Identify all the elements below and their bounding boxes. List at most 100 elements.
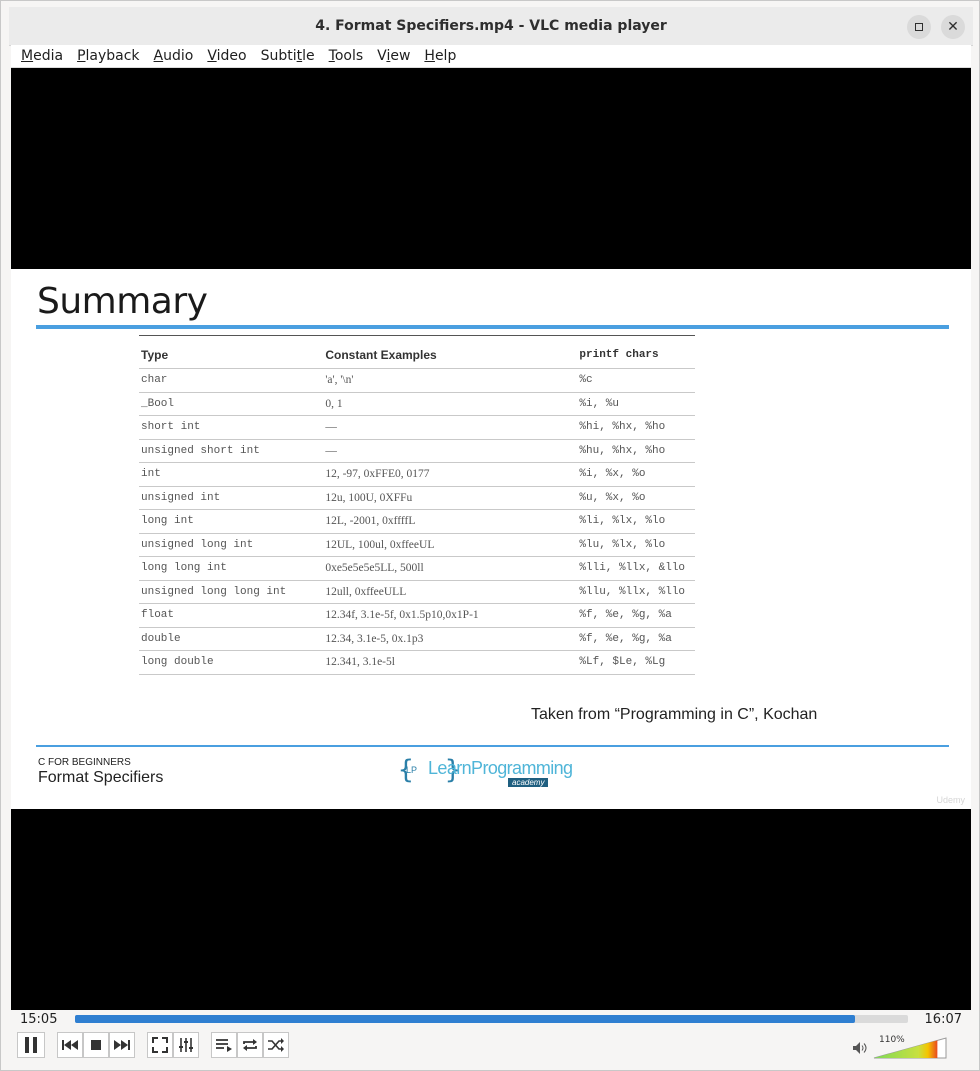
constant-example-cell: 12, -97, 0xFFE0, 0177: [325, 468, 430, 481]
table-row: unsigned int 12u, 100U, 0XFFu %u, %x, %o: [139, 487, 695, 510]
source-credit: Taken from “Programming in C”, Kochan: [531, 706, 818, 723]
video-area[interactable]: Summary Type Constant Examples printf ch…: [11, 68, 971, 1010]
logo-lp: LP: [406, 765, 418, 775]
loop-button[interactable]: [237, 1032, 263, 1058]
type-cell: char: [141, 374, 168, 387]
elapsed-time: 15:05: [20, 1012, 58, 1027]
printf-chars-cell: %f, %e, %g, %a: [579, 632, 672, 645]
table-row: unsigned long long int 12ull, 0xffeeULL %l…: [139, 581, 695, 604]
table-row: _Bool 0, 1 %i, %u: [139, 393, 695, 416]
maximize-icon: [915, 23, 923, 31]
header-type: Type: [141, 348, 169, 362]
title-bar[interactable]: 4. Format Specifiers.mp4 - VLC media pla…: [9, 7, 973, 46]
extended-settings-button[interactable]: [173, 1032, 199, 1058]
type-cell: float: [141, 609, 175, 622]
constant-example-cell: 0xe5e5e5e5LL, 500ll: [325, 562, 424, 575]
header-constant-examples: Constant Examples: [325, 348, 437, 362]
menu-view[interactable]: View: [377, 48, 410, 64]
printf-chars-cell: %u, %x, %o: [579, 491, 646, 504]
table-row: int 12, -97, 0xFFE0, 0177 %i, %x, %o: [139, 463, 695, 487]
type-cell: unsigned long int: [141, 538, 254, 551]
volume-slider[interactable]: [873, 1036, 949, 1060]
menu-bar: Media Playback Audio Video Subtitle Tools View…: [11, 45, 971, 68]
header-printf-chars: printf chars: [579, 349, 659, 361]
constant-example-cell: 12UL, 100ul, 0xffeeUL: [325, 538, 435, 551]
window-title: 4. Format Specifiers.mp4 - VLC media pla…: [315, 18, 667, 34]
learnprogramming-logo: { } LP LearnProgramming academy: [398, 755, 573, 791]
table-row: short int — %hi, %hx, %ho: [139, 416, 695, 440]
printf-chars-cell: %i, %u: [579, 397, 620, 410]
constant-example-cell: 12.34f, 3.1e-5f, 0x1.5p10,0x1P-1: [325, 609, 479, 622]
type-cell: short int: [141, 421, 201, 434]
previous-button[interactable]: [57, 1032, 83, 1058]
fullscreen-icon: [152, 1037, 168, 1053]
printf-chars-cell: %llu, %llx, %llo: [579, 585, 686, 598]
total-time[interactable]: 16:07: [925, 1012, 962, 1027]
table-row: long double 12.341, 3.1e-5l %Lf, $Le, %Lg: [139, 651, 695, 675]
skip-back-icon: [62, 1040, 78, 1050]
constant-example-cell: 12.34, 3.1e-5, 0x.1p3: [325, 632, 424, 645]
constant-example-cell: 12L, -2001, 0xffffL: [325, 515, 416, 528]
table-row: double 12.34, 3.1e-5, 0x.1p3 %f, %e, %g, %…: [139, 628, 695, 651]
speaker-icon[interactable]: [853, 1042, 867, 1054]
menu-audio[interactable]: Audio: [154, 48, 194, 64]
type-cell: long double: [141, 656, 214, 669]
stop-button[interactable]: [83, 1032, 109, 1058]
lecture-name: Format Specifiers: [38, 769, 164, 786]
equalizer-icon: [179, 1038, 193, 1052]
time-bar: 15:05 16:07: [11, 1010, 971, 1030]
constant-example-cell: 0, 1: [325, 397, 343, 410]
menu-playback[interactable]: Playback: [77, 48, 139, 64]
title-divider: [36, 325, 949, 329]
table-row: unsigned short int — %hu, %hx, %ho: [139, 440, 695, 463]
printf-chars-cell: %c: [579, 374, 593, 387]
table-row: char 'a', '\n' %c: [139, 369, 695, 393]
udemy-watermark: Udemy: [936, 795, 965, 805]
stop-icon: [91, 1040, 101, 1050]
table-row: long long int 0xe5e5e5e5LL, 500ll %lli, %l…: [139, 557, 695, 581]
playlist-button[interactable]: [211, 1032, 237, 1058]
close-button[interactable]: ✕: [941, 15, 965, 39]
type-cell: _Bool: [141, 397, 175, 410]
printf-chars-cell: %hu, %hx, %ho: [579, 444, 666, 457]
next-button[interactable]: [109, 1032, 135, 1058]
type-cell: double: [141, 632, 181, 645]
printf-chars-cell: %li, %lx, %lo: [579, 515, 666, 528]
menu-video[interactable]: Video: [207, 48, 246, 64]
printf-chars-cell: %lli, %llx, &llo: [579, 562, 686, 575]
table-row: long int 12L, -2001, 0xffffL %li, %lx, %lo: [139, 510, 695, 534]
printf-chars-cell: %f, %e, %g, %a: [579, 609, 672, 622]
type-cell: int: [141, 468, 161, 481]
seek-slider[interactable]: [75, 1015, 908, 1023]
type-cell: unsigned int: [141, 491, 221, 504]
maximize-button[interactable]: [907, 15, 931, 39]
constant-example-cell: 12ull, 0xffeeULL: [325, 585, 407, 598]
type-cell: unsigned long long int: [141, 585, 287, 598]
table-row: float 12.34f, 3.1e-5f, 0x1.5p10,0x1P-1 %f,…: [139, 604, 695, 628]
shuffle-icon: [268, 1038, 284, 1052]
close-icon: ✕: [947, 19, 959, 35]
shuffle-button[interactable]: [263, 1032, 289, 1058]
constant-example-cell: 12u, 100U, 0XFFu: [325, 491, 413, 504]
type-cell: long int: [141, 515, 194, 528]
menu-tools[interactable]: Tools: [329, 48, 364, 64]
playback-controls: 110%: [11, 1030, 971, 1062]
fullscreen-button[interactable]: [147, 1032, 173, 1058]
format-specifier-table: Type Constant Examples printf chars char…: [139, 335, 695, 675]
type-cell: unsigned short int: [141, 444, 260, 457]
menu-media[interactable]: Media: [21, 48, 63, 64]
printf-chars-cell: %Lf, $Le, %Lg: [579, 656, 666, 669]
constant-example-cell: 'a', '\n': [325, 374, 354, 387]
printf-chars-cell: %lu, %lx, %lo: [579, 538, 666, 551]
skip-forward-icon: [114, 1040, 130, 1050]
slide-title: Summary: [37, 281, 208, 322]
menu-help[interactable]: Help: [424, 48, 456, 64]
pause-icon: [25, 1037, 37, 1053]
table-header-row: Type Constant Examples printf chars: [139, 336, 695, 369]
seek-progress: [75, 1015, 855, 1023]
course-name: C FOR BEGINNERS: [38, 757, 131, 768]
printf-chars-cell: %hi, %hx, %ho: [579, 421, 666, 434]
pause-button[interactable]: [17, 1032, 45, 1058]
type-cell: long long int: [141, 562, 227, 575]
menu-subtitle[interactable]: Subtitle: [261, 48, 315, 64]
